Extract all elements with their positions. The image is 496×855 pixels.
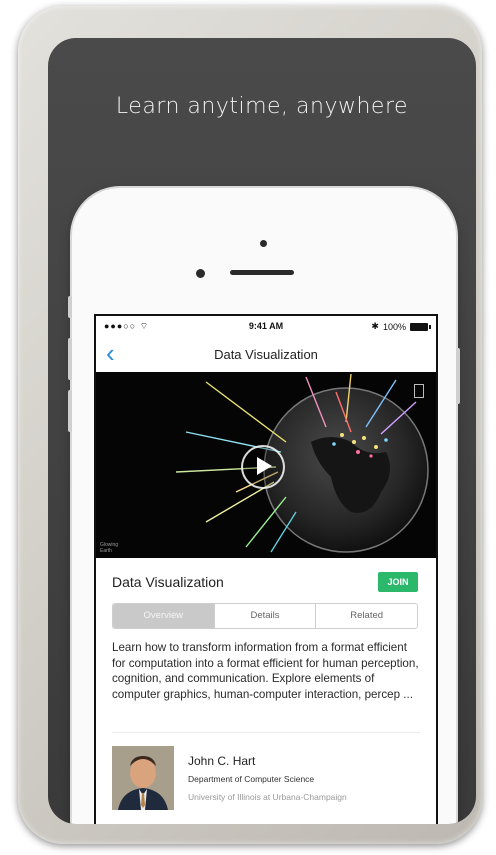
instructor-department: Department of Computer Science	[188, 774, 315, 784]
bluetooth-icon: ✱	[371, 321, 379, 331]
proximity-sensor	[260, 240, 267, 247]
mute-switch	[68, 296, 72, 318]
phone-screen: ●●●○○ ⌔ 9:41 AM ✱ 100% ‹ Data Visualizat…	[94, 314, 438, 824]
tab-details[interactable]: Details	[215, 604, 317, 628]
earpiece-speaker	[230, 270, 294, 275]
play-icon	[257, 457, 272, 475]
section-divider	[112, 732, 420, 733]
course-description: Learn how to transform information from …	[112, 641, 419, 701]
instructor-portrait	[112, 746, 174, 810]
play-button[interactable]	[241, 445, 285, 489]
fullscreen-icon[interactable]	[414, 384, 424, 398]
course-tabs: Overview Details Related	[112, 603, 418, 629]
battery-icon	[410, 322, 431, 331]
promo-panel: Learn anytime, anywhere ●●●○○ ⌔ 9:41 AM …	[48, 38, 476, 824]
battery-percent: 100%	[382, 321, 406, 332]
instructor-name[interactable]: John C. Hart	[188, 754, 255, 768]
nav-title: Data Visualization	[214, 347, 318, 362]
tab-related[interactable]: Related	[316, 604, 417, 628]
course-title: Data Visualization	[112, 574, 224, 590]
instructor-university: University of Illinois at Urbana-Champai…	[188, 792, 347, 802]
video-watermark: Glowing Earth	[100, 542, 119, 554]
join-button[interactable]: JOIN	[378, 572, 418, 592]
tab-overview[interactable]: Overview	[113, 604, 215, 628]
promo-headline: Learn anytime, anywhere	[115, 94, 409, 119]
instructor-avatar[interactable]	[112, 746, 174, 810]
status-bar: ●●●○○ ⌔ 9:41 AM ✱ 100%	[96, 316, 436, 336]
status-right-group: ✱ 100%	[371, 321, 431, 332]
navigation-bar: ‹ Data Visualization	[96, 336, 436, 373]
volume-up-button	[68, 338, 72, 380]
front-camera	[196, 269, 205, 278]
volume-down-button	[68, 390, 72, 432]
phone-mockup: ●●●○○ ⌔ 9:41 AM ✱ 100% ‹ Data Visualizat…	[68, 188, 460, 824]
power-button	[456, 348, 460, 404]
video-player[interactable]: Glowing Earth	[96, 372, 436, 558]
